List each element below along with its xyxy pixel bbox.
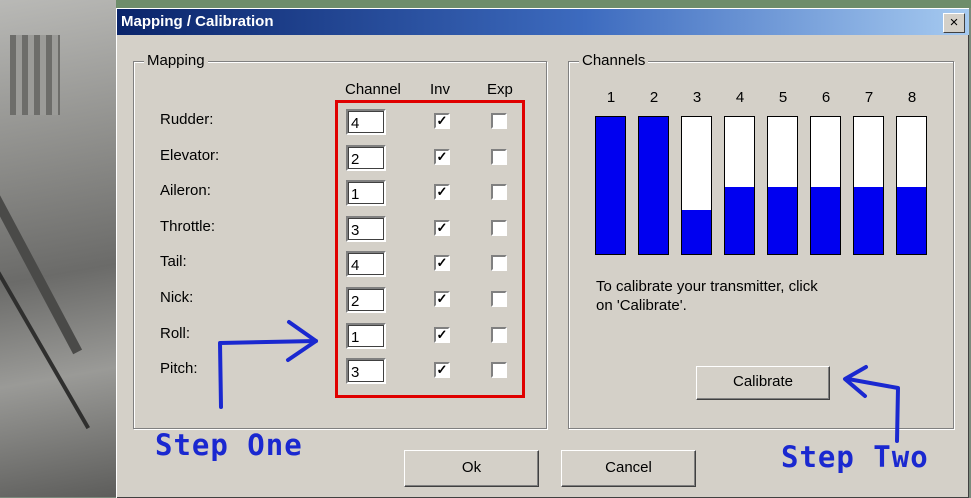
channels-group-label: Channels <box>579 52 649 69</box>
mapping-row-label: Elevator: <box>160 146 220 164</box>
channel-bar <box>810 116 841 255</box>
background-photo <box>0 0 116 497</box>
cancel-button[interactable]: Cancel <box>561 450 696 487</box>
channel-bar-fill <box>596 117 625 254</box>
channel-bar <box>896 116 927 255</box>
channel-bar-fill <box>768 187 797 254</box>
channel-number: 3 <box>692 89 702 106</box>
close-icon: × <box>949 14 959 31</box>
mapping-row-label: Nick: <box>160 289 194 306</box>
background-structure <box>10 35 60 115</box>
mapping-row-label: Aileron: <box>160 182 211 200</box>
channel-number: 4 <box>735 89 745 106</box>
channel-bar <box>595 116 626 255</box>
channel-number: 8 <box>907 89 917 106</box>
channel-bar-fill <box>639 117 668 254</box>
channel-bar <box>681 116 712 255</box>
calibrate-instruction: To calibrate your transmitter, click on … <box>596 277 818 315</box>
channel-bar <box>638 116 669 255</box>
mapping-group-label: Mapping <box>144 52 208 69</box>
channel-bar <box>853 116 884 255</box>
background-top-strip <box>116 0 971 8</box>
step-two-annotation: Step Two <box>781 440 929 474</box>
mapping-row-label: Roll: <box>160 324 191 342</box>
channel-bar-fill <box>854 187 883 254</box>
mapping-row-label: Rudder: <box>160 111 214 128</box>
channel-column-header: Channel <box>345 81 401 98</box>
background-rail <box>0 120 83 355</box>
channel-number: 2 <box>649 89 659 106</box>
mapping-row-label: Tail: <box>160 253 187 271</box>
calibrate-button[interactable]: Calibrate <box>696 366 830 400</box>
channel-number: 1 <box>606 89 616 106</box>
channel-bar-fill <box>725 187 754 254</box>
close-button[interactable]: × <box>943 13 965 33</box>
channel-bar <box>767 116 798 255</box>
mapping-row-label: Throttle: <box>160 217 216 235</box>
mapping-calibration-dialog: Mapping / Calibration × Mapping Channel … <box>116 8 969 498</box>
channel-bar-fill <box>897 187 926 254</box>
title-bar[interactable]: Mapping / Calibration × <box>117 9 969 35</box>
channel-bar <box>724 116 755 255</box>
calibrate-instruction-line2: on 'Calibrate'. <box>596 297 687 314</box>
window-title: Mapping / Calibration <box>121 13 274 30</box>
ok-button[interactable]: Ok <box>404 450 539 487</box>
channel-number: 6 <box>821 89 831 106</box>
channel-number: 5 <box>778 89 788 106</box>
step-one-annotation: Step One <box>155 428 303 462</box>
mapping-row-label: Pitch: <box>160 360 198 378</box>
calibrate-instruction-line1: To calibrate your transmitter, click <box>596 278 818 295</box>
channel-bar-fill <box>811 187 840 254</box>
channel-number: 7 <box>864 89 874 106</box>
inv-column-header: Inv <box>430 81 451 98</box>
exp-column-header: Exp <box>487 81 513 98</box>
channel-bar-fill <box>682 210 711 254</box>
highlight-frame <box>335 100 525 398</box>
